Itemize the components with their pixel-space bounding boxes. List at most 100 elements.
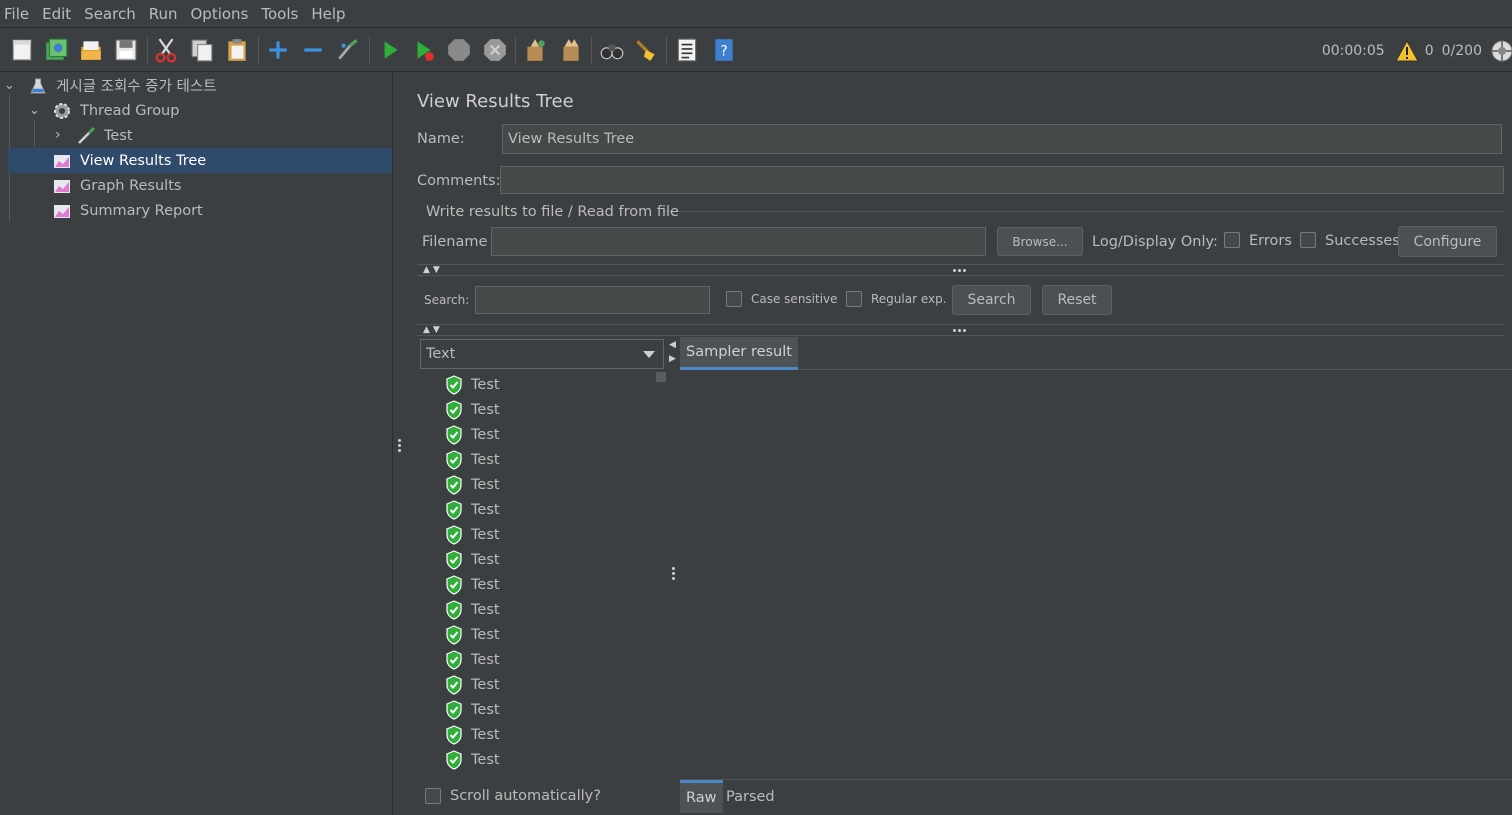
menu-file[interactable]: File <box>4 5 29 23</box>
result-row[interactable]: Test <box>445 697 500 722</box>
collapse-arrows-icon[interactable]: ▲▼ <box>423 325 443 335</box>
configure-button[interactable]: Configure <box>1398 226 1497 257</box>
menu-bar: File Edit Search Run Options Tools Help <box>0 0 1512 28</box>
collapse-icon[interactable] <box>299 36 327 64</box>
tab-parsed[interactable]: Parsed <box>720 780 781 813</box>
result-row[interactable]: Test <box>445 597 500 622</box>
divider <box>679 369 1512 370</box>
new-icon[interactable] <box>8 36 36 64</box>
chevron-right-icon[interactable]: › <box>55 127 61 143</box>
help-icon[interactable]: ? <box>710 36 738 64</box>
toggle-icon[interactable] <box>334 36 362 64</box>
tree-node-view-results-tree[interactable]: View Results Tree <box>8 148 392 173</box>
stop-icon[interactable] <box>445 36 473 64</box>
start-no-pauses-icon[interactable] <box>410 36 438 64</box>
collapse-left-icon[interactable]: ◀ <box>669 340 676 350</box>
start-icon[interactable] <box>376 36 404 64</box>
success-shield-icon <box>445 674 471 695</box>
chart-icon <box>52 201 72 221</box>
search-icon[interactable] <box>598 36 626 64</box>
result-label: Test <box>471 526 500 543</box>
browse-button[interactable]: Browse... <box>997 227 1083 256</box>
collapse-arrows-icon[interactable]: ▲▼ <box>423 265 443 275</box>
tree-node-test-plan[interactable]: 게시글 조회수 증가 테스트 <box>28 73 393 98</box>
result-label: Test <box>471 726 500 743</box>
successes-checkbox[interactable] <box>1300 232 1316 248</box>
success-shield-icon <box>445 474 471 495</box>
success-shield-icon <box>445 574 471 595</box>
collapse-right-icon[interactable]: ▶ <box>669 354 676 364</box>
copy-icon[interactable] <box>188 36 216 64</box>
renderer-value: Text <box>426 346 456 362</box>
templates-icon[interactable] <box>42 36 70 64</box>
drag-handle-icon[interactable] <box>953 269 966 272</box>
menu-edit[interactable]: Edit <box>42 5 71 23</box>
result-row[interactable]: Test <box>445 522 500 547</box>
chevron-down-icon[interactable]: ⌄ <box>4 78 15 93</box>
case-sensitive-label: Case sensitive <box>751 292 838 306</box>
case-sensitive-checkbox[interactable] <box>726 291 742 307</box>
results-splitter[interactable]: ◀ ▶ <box>667 337 679 813</box>
result-row[interactable]: Test <box>445 372 500 397</box>
clear-all-icon[interactable] <box>557 36 585 64</box>
result-row[interactable]: Test <box>445 647 500 672</box>
errors-checkbox[interactable] <box>1224 232 1240 248</box>
result-row[interactable]: Test <box>445 422 500 447</box>
result-row[interactable]: Test <box>445 672 500 697</box>
clear-icon[interactable] <box>521 36 549 64</box>
search-input[interactable] <box>475 286 710 314</box>
menu-search[interactable]: Search <box>84 5 136 23</box>
save-icon[interactable] <box>112 36 140 64</box>
open-icon[interactable] <box>77 36 105 64</box>
expand-icon[interactable] <box>264 36 292 64</box>
tab-raw[interactable]: Raw <box>680 780 723 813</box>
result-row[interactable]: Test <box>445 747 500 772</box>
result-row[interactable]: Test <box>445 397 500 422</box>
menu-help[interactable]: Help <box>311 5 345 23</box>
warning-icon[interactable] <box>1394 39 1419 63</box>
paste-icon[interactable] <box>223 36 251 64</box>
toolbar-separator <box>666 36 667 64</box>
menu-options[interactable]: Options <box>190 5 248 23</box>
result-row[interactable]: Test <box>445 622 500 647</box>
drag-handle-icon[interactable] <box>671 567 675 580</box>
drag-handle-icon[interactable] <box>397 439 401 452</box>
tree-node-graph-results[interactable]: Graph Results <box>52 173 393 198</box>
drag-handle-icon[interactable] <box>953 329 966 332</box>
menu-tools[interactable]: Tools <box>261 5 298 23</box>
scroll-automatically-checkbox[interactable] <box>425 788 441 804</box>
result-label: Test <box>471 451 500 468</box>
reset-button[interactable]: Reset <box>1042 285 1112 315</box>
result-label: Test <box>471 701 500 718</box>
shutdown-icon[interactable] <box>481 36 509 64</box>
tab-sampler-result[interactable]: Sampler result <box>680 337 798 370</box>
success-shield-icon <box>445 499 471 520</box>
cut-icon[interactable] <box>152 36 180 64</box>
main-splitter[interactable] <box>393 73 405 815</box>
list-scrollbar-thumb[interactable] <box>656 372 666 382</box>
comments-field[interactable] <box>500 166 1504 194</box>
elapsed-timer: 00:00:05 <box>1321 42 1385 59</box>
name-field[interactable]: View Results Tree <box>502 124 1502 154</box>
reset-search-icon[interactable] <box>632 36 660 64</box>
function-helper-icon[interactable] <box>673 36 701 64</box>
search-button[interactable]: Search <box>952 285 1031 315</box>
result-row[interactable]: Test <box>445 472 500 497</box>
regular-exp-checkbox[interactable] <box>846 291 862 307</box>
result-row[interactable]: Test <box>445 722 500 747</box>
result-label: Test <box>471 401 500 418</box>
remote-engine-icon[interactable] <box>1490 39 1512 63</box>
tree-node-sampler[interactable]: Test <box>76 123 393 148</box>
renderer-select[interactable]: Text <box>420 339 664 369</box>
filename-field[interactable] <box>491 227 986 256</box>
successes-label: Successes <box>1325 233 1400 249</box>
result-row[interactable]: Test <box>445 497 500 522</box>
result-row[interactable]: Test <box>445 547 500 572</box>
tree-node-summary-report[interactable]: Summary Report <box>52 198 393 223</box>
result-row[interactable]: Test <box>445 447 500 472</box>
result-label: Test <box>471 601 500 618</box>
chevron-down-icon[interactable]: ⌄ <box>29 103 40 118</box>
result-row[interactable]: Test <box>445 572 500 597</box>
tree-node-thread-group[interactable]: Thread Group <box>52 98 393 123</box>
menu-run[interactable]: Run <box>149 5 178 23</box>
